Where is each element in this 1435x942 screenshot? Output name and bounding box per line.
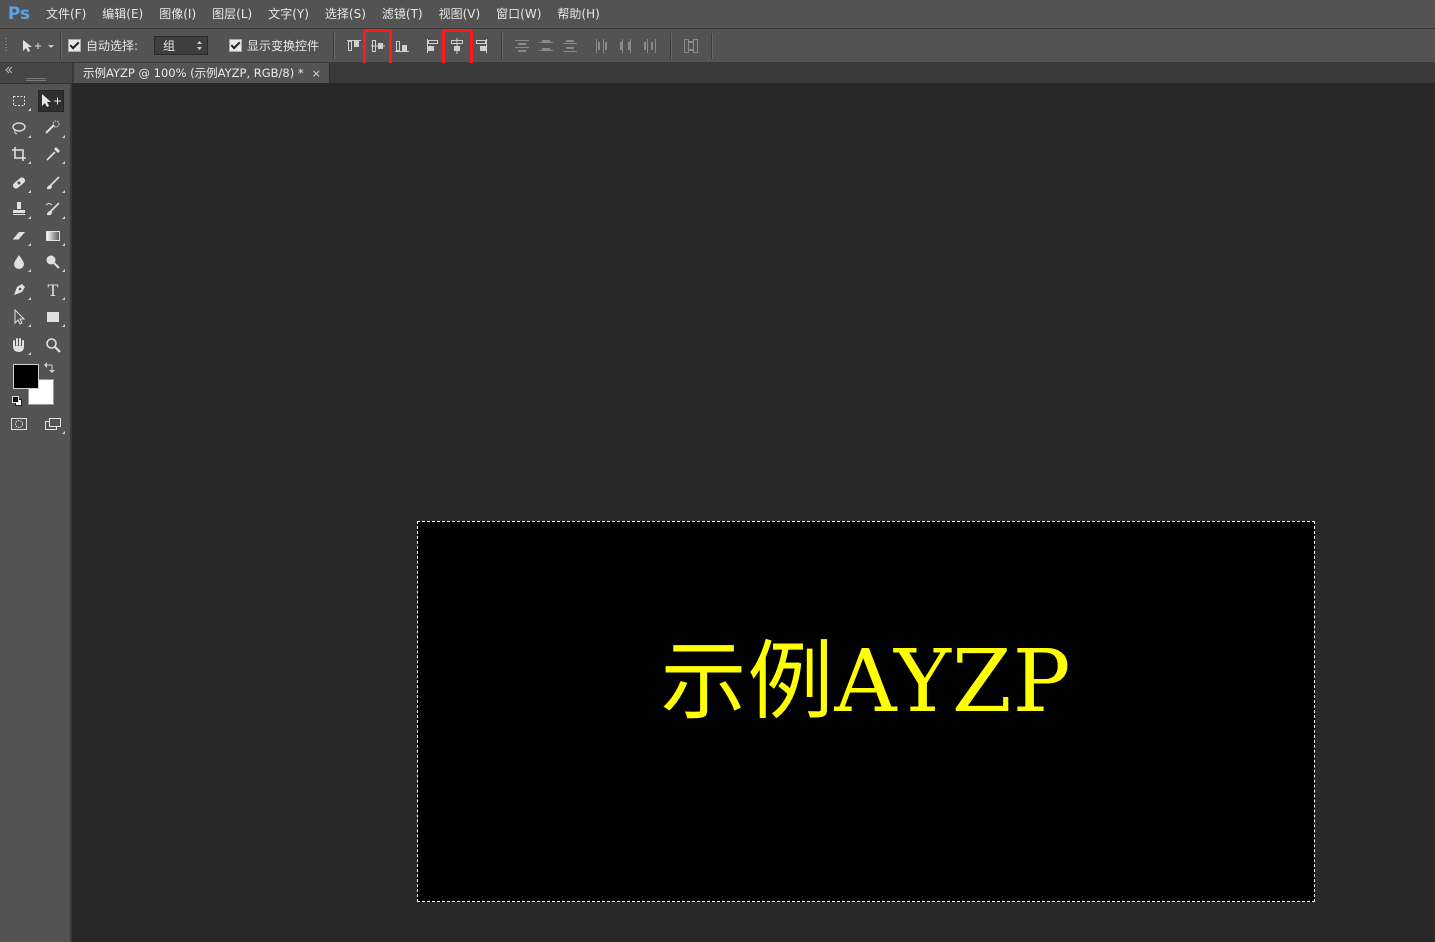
options-separator (501, 33, 503, 59)
spot-healing-tool[interactable] (6, 172, 32, 194)
auto-select-dropdown[interactable]: 组 (154, 29, 208, 62)
zoom-tool[interactable] (40, 334, 66, 356)
path-selection-tool[interactable] (6, 306, 32, 328)
eraser-tool[interactable] (6, 225, 32, 247)
type-icon: T (47, 280, 59, 300)
hand-tool[interactable] (6, 334, 32, 356)
move-tool[interactable] (38, 90, 64, 112)
distribute-left-icon[interactable] (593, 37, 611, 55)
collapse-panel-icon[interactable] (0, 63, 72, 83)
document-tab-bar: 示例AYZP @ 100% (示例AYZP, RGB/8) * × (72, 63, 1435, 83)
menu-image[interactable]: 图像(I) (151, 0, 204, 28)
auto-select-label: 自动选择: (86, 39, 139, 53)
clone-stamp-icon (13, 202, 25, 215)
show-transform-checkbox[interactable]: 显示变换控件 (229, 29, 319, 62)
spot-healing-icon (12, 177, 26, 189)
distribute-right-icon[interactable] (641, 37, 659, 55)
distribute-vertical-centers-icon[interactable] (537, 37, 555, 55)
brush-icon (47, 176, 60, 190)
auto-select-check-icon (68, 39, 81, 52)
options-grip[interactable] (4, 29, 10, 62)
pen-tool[interactable] (6, 279, 32, 301)
document-canvas[interactable]: 示例AYZP (417, 521, 1315, 902)
rectangle-shape-tool[interactable] (40, 306, 66, 328)
options-separator (711, 33, 713, 59)
menu-filter[interactable]: 滤镜(T) (374, 0, 431, 28)
quick-mask-button[interactable] (6, 413, 32, 435)
eyedropper-icon (46, 147, 60, 161)
hand-icon (13, 338, 24, 352)
menu-help[interactable]: 帮助(H) (549, 0, 607, 28)
path-selection-icon (14, 309, 26, 325)
crop-icon (12, 147, 26, 161)
grip-icon (5, 37, 7, 51)
move-tool-preset-icon (23, 39, 54, 52)
distribute-bottom-icon[interactable] (561, 37, 579, 55)
align-right-icon[interactable] (472, 37, 490, 55)
menu-bar: Ps 文件(F) 编辑(E) 图像(I) 图层(L) 文字(Y) 选择(S) 滤… (0, 0, 1435, 29)
screen-mode-button[interactable] (40, 413, 66, 435)
screen-mode-icon (45, 418, 61, 430)
lasso-icon (12, 122, 26, 135)
auto-select-value: 组 (163, 39, 176, 53)
auto-select-checkbox[interactable]: 自动选择: (68, 29, 138, 62)
blur-icon (14, 255, 24, 269)
options-separator (60, 33, 62, 59)
zoom-icon (46, 338, 61, 353)
document-tab[interactable]: 示例AYZP @ 100% (示例AYZP, RGB/8) * × (74, 63, 330, 83)
toolbox-header (0, 63, 72, 84)
quick-mask-icon (11, 418, 27, 430)
quick-selection-tool[interactable] (40, 117, 66, 139)
history-brush-tool[interactable] (40, 198, 66, 220)
dropdown-arrows-icon (197, 41, 202, 50)
type-tool[interactable]: T (40, 279, 66, 301)
gradient-tool[interactable] (40, 225, 66, 247)
dodge-tool[interactable] (40, 251, 66, 273)
align-bottom-icon[interactable] (393, 37, 411, 55)
distribute-top-icon[interactable] (513, 37, 531, 55)
close-tab-icon[interactable]: × (312, 67, 321, 80)
photoshop-logo: Ps (7, 4, 31, 24)
history-brush-icon (45, 202, 60, 216)
menu-window[interactable]: 窗口(W) (488, 0, 549, 28)
tool-preset-picker[interactable] (20, 29, 56, 62)
clone-stamp-tool[interactable] (6, 198, 32, 220)
move-tool-icon (42, 94, 61, 107)
options-separator (333, 33, 335, 59)
gradient-icon (46, 231, 60, 241)
menu-view[interactable]: 视图(V) (431, 0, 489, 28)
distribute-horizontal-centers-icon[interactable] (617, 37, 635, 55)
show-transform-check-icon (229, 39, 242, 52)
quick-selection-icon (45, 120, 60, 134)
toolbox: T (0, 84, 72, 942)
rect-marquee-tool[interactable] (6, 90, 32, 112)
rect-marquee-icon (13, 96, 25, 106)
lasso-tool[interactable] (6, 117, 32, 139)
menu-layer[interactable]: 图层(L) (204, 0, 260, 28)
crop-tool[interactable] (6, 143, 32, 165)
options-separator (670, 33, 672, 59)
rectangle-shape-icon (47, 312, 59, 322)
pen-icon (14, 284, 25, 295)
align-top-icon[interactable] (345, 37, 363, 55)
eraser-icon (13, 232, 25, 240)
brush-tool[interactable] (40, 172, 66, 194)
align-left-icon[interactable] (424, 37, 442, 55)
menu-select[interactable]: 选择(S) (317, 0, 374, 28)
options-bar: 自动选择: 组 显示变换控件 (0, 29, 1435, 70)
default-colors-icon[interactable] (11, 395, 23, 407)
dodge-icon (46, 255, 60, 269)
swap-colors-icon[interactable] (44, 362, 56, 373)
menu-file[interactable]: 文件(F) (38, 0, 94, 28)
menu-edit[interactable]: 编辑(E) (94, 0, 151, 28)
show-transform-label: 显示变换控件 (247, 39, 320, 53)
blur-tool[interactable] (6, 251, 32, 273)
workspace: 示例AYZP (72, 83, 1435, 942)
foreground-color-swatch[interactable] (13, 364, 39, 389)
menu-type[interactable]: 文字(Y) (260, 0, 317, 28)
eyedropper-tool[interactable] (40, 143, 66, 165)
auto-align-layers-icon[interactable] (682, 37, 700, 55)
canvas-text-layer[interactable]: 示例AYZP (417, 639, 1315, 725)
document-tab-title: 示例AYZP @ 100% (示例AYZP, RGB/8) * (83, 66, 304, 80)
